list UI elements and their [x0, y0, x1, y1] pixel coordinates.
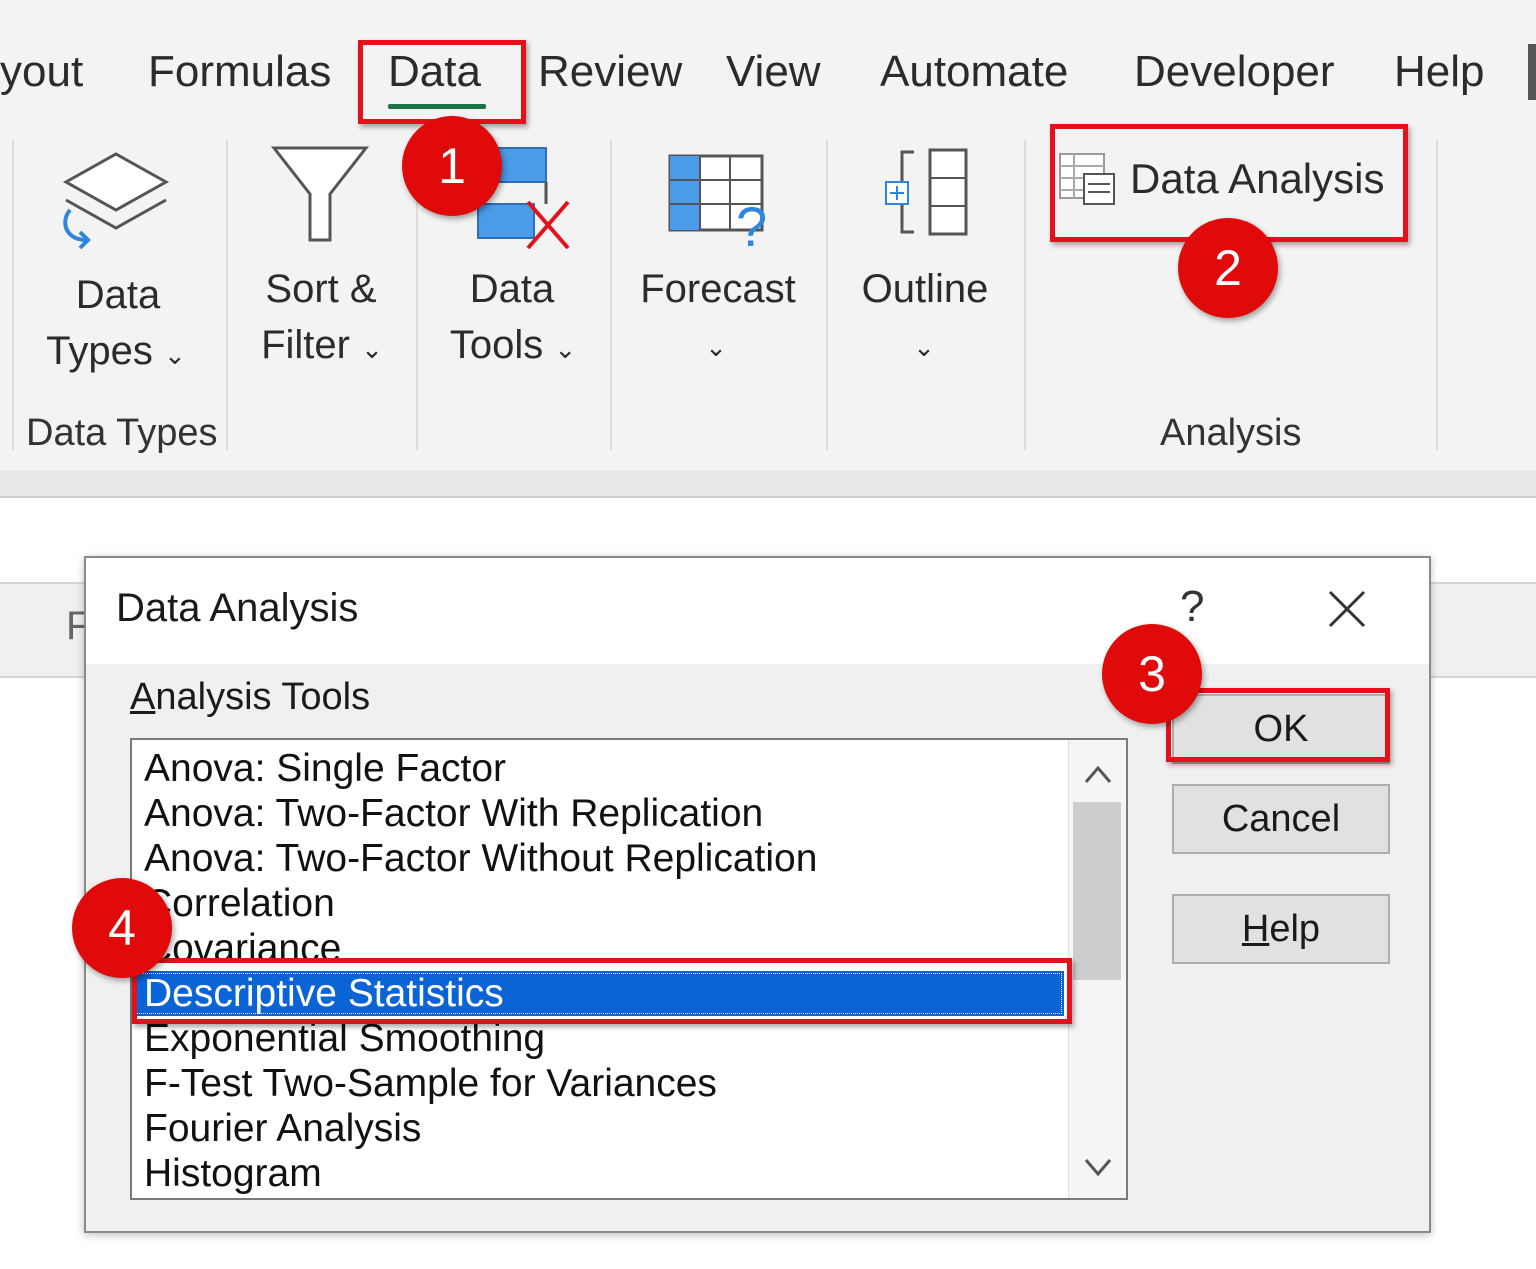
tab-page-layout[interactable]: yout: [0, 44, 83, 100]
help-button[interactable]: Help: [1172, 894, 1390, 964]
list-item[interactable]: Fourier Analysis: [144, 1106, 421, 1151]
outline-icon: [885, 148, 968, 236]
forecast-label: Forecast: [640, 267, 796, 311]
data-types-icon: [62, 152, 170, 250]
tab-developer[interactable]: Developer: [1134, 44, 1335, 100]
tab-help[interactable]: Help: [1394, 44, 1485, 100]
list-item[interactable]: Histogram: [144, 1151, 322, 1196]
dialog-help-icon[interactable]: ?: [1180, 582, 1204, 632]
tab-automate[interactable]: Automate: [880, 44, 1068, 100]
step-badge-3: 3: [1102, 624, 1202, 724]
ribbon-tab-bar: yout Formulas Data Review View Automate …: [0, 0, 1536, 122]
ribbon-separator: [610, 140, 612, 450]
data-types-label-1: Data: [75, 273, 161, 317]
sort-filter-label-2: Filter ⌄: [261, 323, 383, 367]
cancel-button[interactable]: Cancel: [1172, 784, 1390, 854]
tab-view[interactable]: View: [726, 44, 821, 100]
sort-filter-label-1: Sort &: [265, 267, 377, 311]
svg-text:?: ?: [736, 195, 767, 252]
forecast-chevron: ⌄: [705, 332, 727, 362]
ribbon-separator: [226, 140, 228, 450]
outline-chevron: ⌄: [913, 332, 935, 362]
forecast-icon: ?: [668, 154, 767, 252]
dialog-title: Data Analysis: [116, 586, 359, 630]
scroll-up-icon[interactable]: [1081, 760, 1115, 790]
highlight-data-tab: [358, 40, 526, 124]
tabbar-edge: [1528, 44, 1536, 100]
data-tools-label-1: Data: [469, 267, 555, 311]
step-badge-1: 1: [402, 116, 502, 216]
data-tools-label-2: Tools ⌄: [449, 323, 577, 367]
highlight-ok-button: [1166, 688, 1390, 762]
ribbon-separator: [826, 140, 828, 450]
scroll-thumb[interactable]: [1073, 802, 1121, 980]
step-badge-2: 2: [1178, 218, 1278, 318]
step-badge-4: 4: [72, 878, 172, 978]
filter-icon: [270, 146, 370, 242]
scroll-down-icon[interactable]: [1081, 1152, 1115, 1182]
tab-review[interactable]: Review: [538, 44, 682, 100]
tab-formulas[interactable]: Formulas: [148, 44, 331, 100]
group-label-data-types: Data Types: [26, 412, 218, 454]
close-icon[interactable]: [1322, 584, 1372, 634]
ribbon-separator: [12, 140, 14, 450]
list-item[interactable]: F-Test Two-Sample for Variances: [144, 1061, 717, 1106]
ribbon-separator: [1436, 140, 1438, 450]
group-label-analysis: Analysis: [1160, 412, 1302, 454]
highlight-descriptive-statistics: [132, 958, 1072, 1024]
listbox-scrollbar[interactable]: [1068, 740, 1126, 1198]
outline-label: Outline: [861, 267, 989, 311]
analysis-tools-label: Analysis Tools: [130, 676, 371, 718]
list-item[interactable]: Anova: Two-Factor Without Replication: [144, 836, 817, 881]
ribbon-separator: [1024, 140, 1026, 450]
data-types-label-2: Types ⌄: [46, 329, 186, 373]
list-item[interactable]: Anova: Two-Factor With Replication: [144, 791, 763, 836]
list-item[interactable]: Correlation: [144, 881, 335, 926]
list-item[interactable]: Anova: Single Factor: [144, 746, 506, 791]
ribbon-bottom-edge: [0, 470, 1536, 498]
data-analysis-dialog: Data Analysis ? Analysis Tools Anova: Si…: [84, 556, 1431, 1233]
